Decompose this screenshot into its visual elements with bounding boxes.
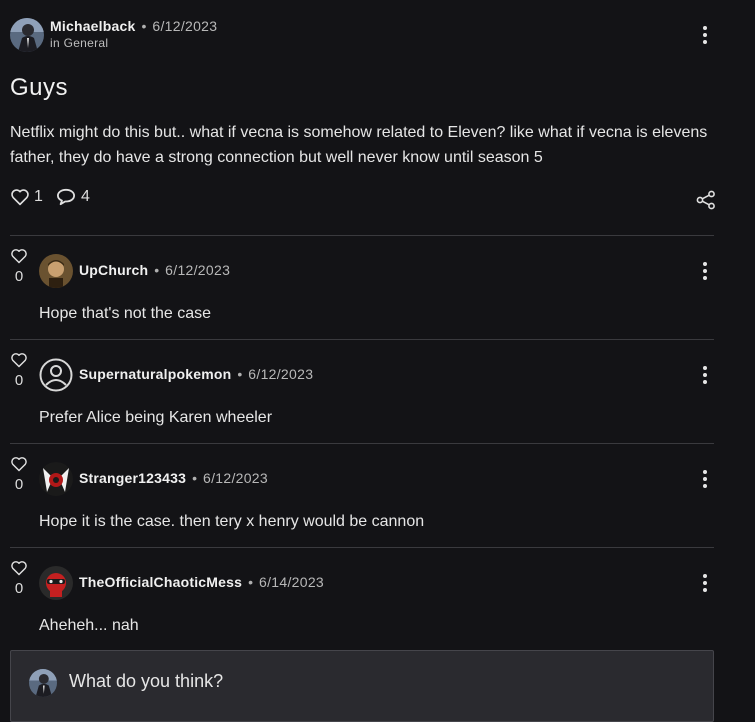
comment-item: 0 UpChurch • 6/12/2023 Hope that's not the…	[10, 236, 714, 340]
comment-like-count: 0	[14, 476, 24, 493]
speech-bubble-icon	[57, 188, 75, 206]
comment-like-count: 0	[14, 268, 24, 285]
comment-author-name[interactable]: TheOfficialChaoticMess	[79, 574, 242, 590]
separator-dot: •	[141, 18, 147, 34]
avatar[interactable]	[39, 566, 73, 600]
default-avatar-icon[interactable]	[39, 358, 73, 392]
post-author-name[interactable]: Michaelback	[50, 18, 135, 34]
separator-dot: •	[192, 470, 197, 486]
comment-author-line: Supernaturalpokemon • 6/12/2023	[79, 366, 313, 382]
author-avatar[interactable]	[10, 18, 44, 52]
comment-like-button[interactable]: 0	[10, 560, 28, 597]
comment-like-button[interactable]: 0	[10, 248, 28, 285]
comment-date: 6/12/2023	[248, 366, 314, 382]
comment-like-button[interactable]: 0	[10, 456, 28, 493]
comment-author-line: Stranger123433 • 6/12/2023	[79, 470, 268, 486]
post-author-line: Michaelback • 6/12/2023	[50, 18, 217, 34]
comment-item: 0 TheOfficialChaoticMess • 6/14/2023 Ahehe…	[10, 548, 714, 652]
comment-date: 6/14/2023	[259, 574, 324, 590]
comment-like-button[interactable]: 0	[10, 352, 28, 389]
post-date: 6/12/2023	[152, 18, 218, 34]
comment-text: Prefer Alice being Karen wheeler	[39, 409, 273, 426]
more-vertical-icon[interactable]	[699, 24, 711, 48]
comment-author-line: TheOfficialChaoticMess • 6/14/2023	[79, 574, 324, 590]
comment-date: 6/12/2023	[203, 470, 268, 486]
post-comment-count: 4	[81, 188, 90, 205]
heart-icon	[11, 249, 27, 264]
avatar[interactable]	[39, 462, 73, 496]
separator-dot: •	[237, 366, 243, 382]
comment-like-count: 0	[14, 580, 24, 597]
comment-date: 6/12/2023	[165, 262, 231, 278]
comment-text: Hope that's not the case	[39, 305, 212, 322]
comment-text: Aheheh... nah	[39, 617, 139, 634]
comment-item: 0 Stranger123433 • 6/12/2023 Hope it is th…	[10, 444, 714, 548]
post-like-count: 1	[34, 188, 43, 205]
reply-placeholder: What do you think?	[69, 671, 224, 691]
post-like-button[interactable]: 1	[10, 188, 43, 206]
more-vertical-icon[interactable]	[699, 260, 711, 284]
comment-author-name[interactable]: Supernaturalpokemon	[79, 366, 231, 382]
reply-input[interactable]: What do you think?	[10, 650, 714, 722]
more-vertical-icon[interactable]	[699, 572, 711, 596]
post-header: Michaelback • 6/12/2023 in General	[10, 16, 722, 56]
comment-item: 0 Supernaturalpokemon • 6/12/2023 Prefer A…	[10, 340, 714, 444]
share-icon[interactable]	[696, 190, 716, 210]
comment-like-count: 0	[14, 372, 24, 389]
comment-author-line: UpChurch • 6/12/2023	[79, 262, 230, 278]
more-vertical-icon[interactable]	[699, 364, 711, 388]
more-vertical-icon[interactable]	[699, 468, 711, 492]
heart-icon	[11, 457, 27, 472]
current-user-avatar	[29, 669, 57, 697]
post-body: Netflix might do this but.. what if vecn…	[10, 124, 708, 166]
post-comments-button[interactable]: 4	[56, 188, 90, 206]
heart-icon	[11, 189, 29, 206]
comment-text: Hope it is the case. then tery x henry w…	[39, 513, 425, 530]
heart-icon	[11, 353, 27, 368]
post-category[interactable]: in General	[50, 36, 108, 50]
post-title: Guys	[10, 74, 69, 101]
heart-icon	[11, 561, 27, 576]
comment-author-name[interactable]: Stranger123433	[79, 470, 186, 486]
separator-dot: •	[248, 574, 254, 590]
comment-author-name[interactable]: UpChurch	[79, 262, 148, 278]
separator-dot: •	[154, 262, 160, 278]
avatar[interactable]	[39, 254, 73, 288]
